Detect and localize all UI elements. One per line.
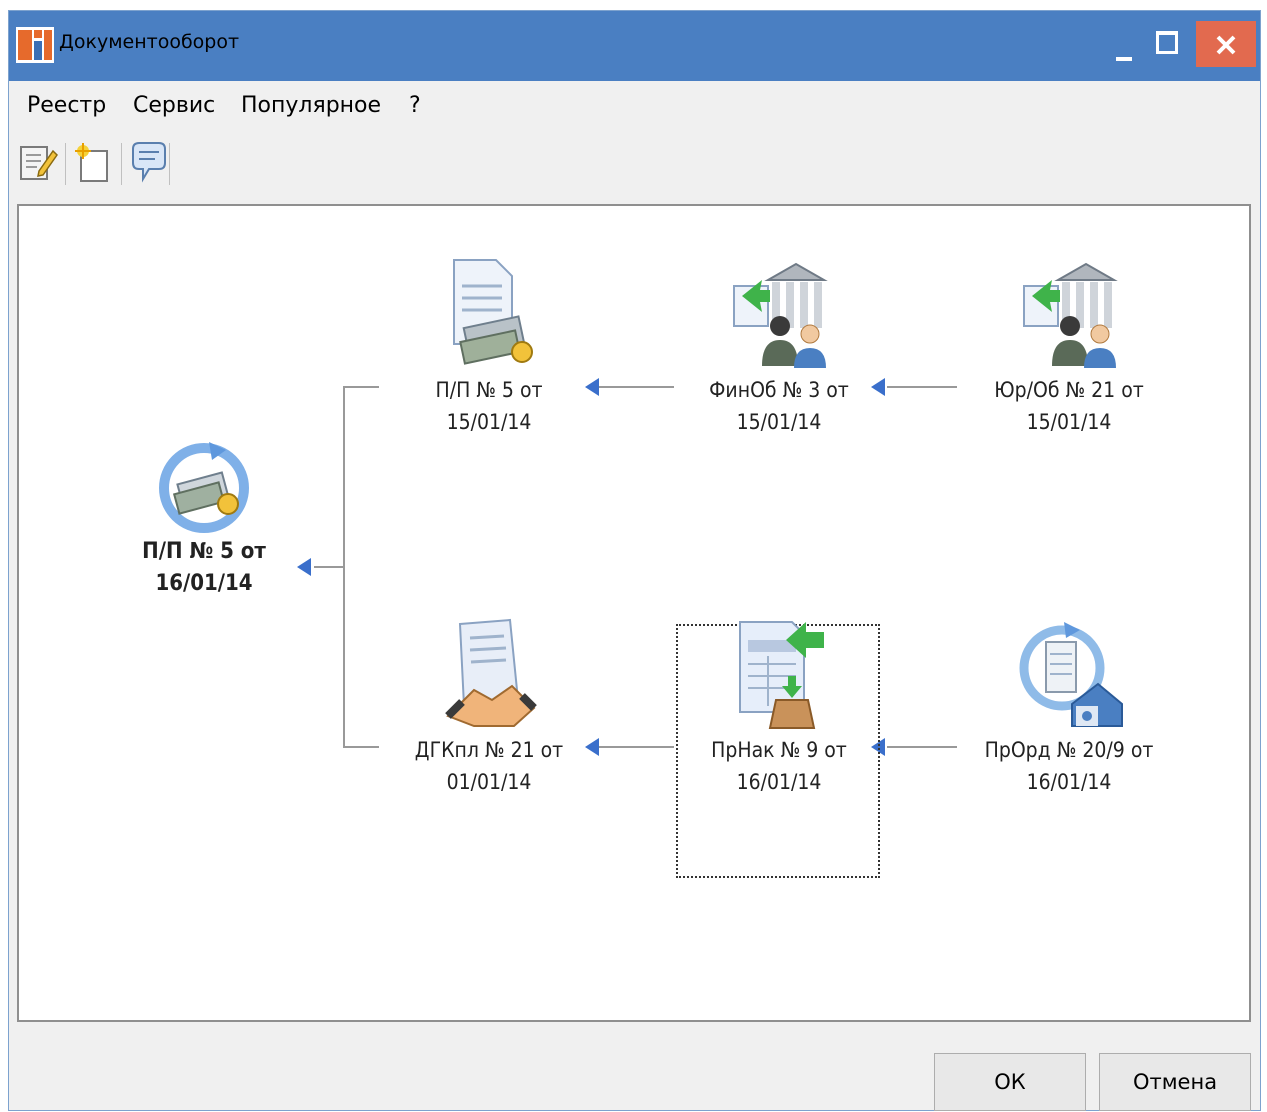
node-payment-15[interactable]: П/П № 5 от 15/01/14 — [394, 256, 584, 438]
node-dgkpl[interactable]: ДГКпл № 21 от 01/01/14 — [394, 616, 584, 798]
node-prnak[interactable]: ПрНак № 9 от 16/01/14 — [679, 616, 879, 798]
new-document-icon — [75, 143, 108, 182]
title-bar[interactable]: Документооборот — [9, 11, 1260, 81]
new-document-button[interactable] — [73, 139, 117, 187]
node-label-line2: 15/01/14 — [1026, 410, 1112, 434]
toolbar-separator — [65, 143, 66, 185]
toolbar-separator — [121, 143, 122, 185]
maximize-button[interactable] — [1149, 21, 1189, 67]
arrow-head — [585, 378, 599, 396]
node-label-line1: Юр/Об № 21 от — [994, 378, 1144, 402]
maximize-icon — [1156, 31, 1178, 54]
node-label-line1: П/П № 5 от — [435, 378, 543, 402]
invoice-box-icon — [739, 621, 824, 729]
arrow-head — [297, 558, 311, 576]
menu-service[interactable]: Сервис — [133, 93, 215, 118]
node-label-line1: ПрОрд № 20/9 от — [984, 738, 1154, 762]
node-label-line2: 01/01/14 — [446, 770, 532, 794]
node-label-line2: 16/01/14 — [736, 770, 822, 794]
close-button[interactable] — [1196, 21, 1256, 67]
warehouse-order-icon — [1019, 622, 1123, 727]
node-label-line1: ПрНак № 9 от — [711, 738, 847, 762]
minimize-button[interactable] — [1105, 21, 1145, 67]
payment-document-icon — [453, 259, 533, 365]
window-title: Документооборот — [59, 31, 240, 53]
edit-document-icon — [20, 146, 58, 180]
bank-people-icon — [1023, 262, 1118, 368]
menu-registry[interactable]: Реестр — [27, 93, 106, 118]
menu-popular[interactable]: Популярное — [241, 93, 381, 118]
close-icon — [1216, 35, 1236, 55]
node-finob[interactable]: ФинОб № 3 от 15/01/14 — [679, 256, 879, 438]
node-yurob[interactable]: Юр/Об № 21 от 15/01/14 — [964, 256, 1174, 438]
arrow-head — [585, 738, 599, 756]
document-flow-window: Документооборот Реестр Сервис Популярное… — [8, 10, 1261, 1111]
node-prord[interactable]: ПрОрд № 20/9 от 16/01/14 — [964, 616, 1174, 798]
node-label-line2: 16/01/14 — [1026, 770, 1112, 794]
comment-button[interactable] — [127, 139, 171, 187]
minimize-icon — [1116, 57, 1132, 61]
root-node-label-line1: П/П № 5 от — [142, 539, 266, 564]
node-label-line1: ДГКпл № 21 от — [414, 738, 564, 762]
menu-help[interactable]: ? — [409, 93, 421, 118]
contract-handshake-icon — [445, 618, 537, 727]
ok-button[interactable]: ОК — [934, 1053, 1086, 1111]
diagram-canvas: П/П № 5 от 16/01/14 П/П № 5 от 15/01/14 — [17, 204, 1251, 1022]
toolbar-separator — [169, 143, 170, 185]
dialog-footer: ОК Отмена — [9, 1023, 1262, 1112]
cancel-button[interactable]: Отмена — [1099, 1053, 1251, 1111]
app-icon — [16, 27, 54, 63]
node-label-line1: ФинОб № 3 от — [709, 378, 849, 402]
comment-icon — [132, 142, 166, 183]
root-node[interactable]: П/П № 5 от 16/01/14 — [119, 436, 289, 600]
bank-people-icon — [733, 262, 828, 368]
node-label-line2: 15/01/14 — [446, 410, 532, 434]
root-node-label-line2: 16/01/14 — [155, 571, 253, 596]
edit-button[interactable] — [17, 139, 61, 187]
node-label-line2: 15/01/14 — [736, 410, 822, 434]
payment-order-icon — [159, 442, 249, 533]
